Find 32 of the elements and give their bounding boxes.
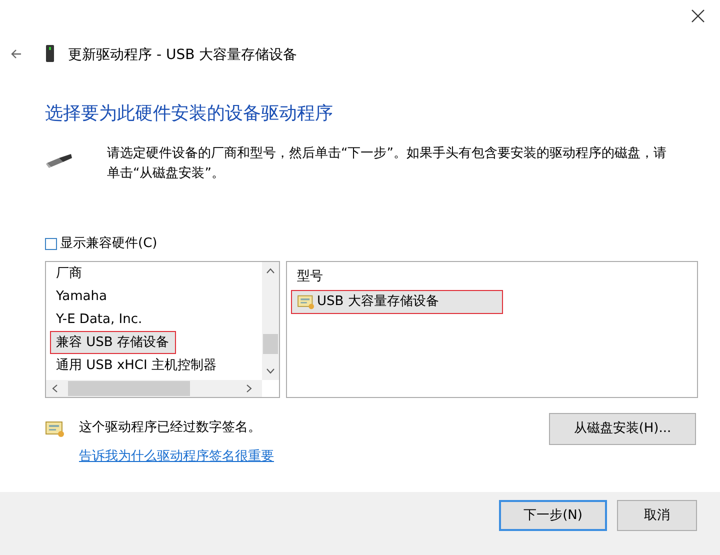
have-disk-button[interactable]: 从磁盘安装(H)... [549,413,696,445]
back-icon[interactable] [10,48,22,60]
dialog-button[interactable]: 取消 [617,500,697,531]
scroll-down-icon[interactable] [266,368,275,374]
list-item[interactable]: Yamaha [50,285,114,308]
signature-text: 这个驱动程序已经过数字签名。 [79,419,261,437]
certificate-icon [297,294,315,310]
instruction-text: 请选定硬件设备的厂商和型号，然后单击“下一步”。如果手头有包含要安装的驱动程序的磁盘，请单击“从磁盘安装”。 [107,145,668,183]
scroll-left-icon[interactable] [52,384,58,393]
dialog-button[interactable]: 下一步(N) [499,500,607,531]
scroll-thumb[interactable] [263,334,278,354]
page-heading: 选择要为此硬件安装的设备驱动程序 [45,102,334,126]
list-item[interactable]: 兼容 USB 存储设备 [50,331,176,354]
column-header: 厂商 [55,265,83,284]
column-header: 型号 [296,268,324,286]
usb-plug-icon [45,153,73,169]
device-icon [46,45,54,62]
window-title: 更新驱动程序 - USB 大容量存储设备 [68,46,298,65]
list-item[interactable]: USB 大容量存储设备 [291,290,503,314]
close-icon[interactable] [690,8,706,24]
certificate-icon [45,420,65,438]
manufacturer-list[interactable]: 厂商 Yamaha Y-E Data, Inc. 兼容 USB 存储设备 通用 USB xHCI 主机控制器 [45,261,280,398]
signature-info-link[interactable]: 告诉我为什么驱动程序签名很重要 [79,447,274,466]
horizontal-scrollbar[interactable] [46,380,262,397]
show-compatible-checkbox[interactable]: 显示兼容硬件(C) [45,234,720,254]
scroll-thumb[interactable] [68,381,190,396]
model-list[interactable]: 型号 USB 大容量存储设备 [286,261,698,398]
vertical-scrollbar[interactable] [262,262,279,380]
scroll-right-icon[interactable] [246,384,252,393]
list-item[interactable]: Y-E Data, Inc. [50,308,150,331]
list-item[interactable]: 通用 USB xHCI 主机控制器 [50,354,224,377]
scroll-up-icon[interactable] [266,268,275,274]
